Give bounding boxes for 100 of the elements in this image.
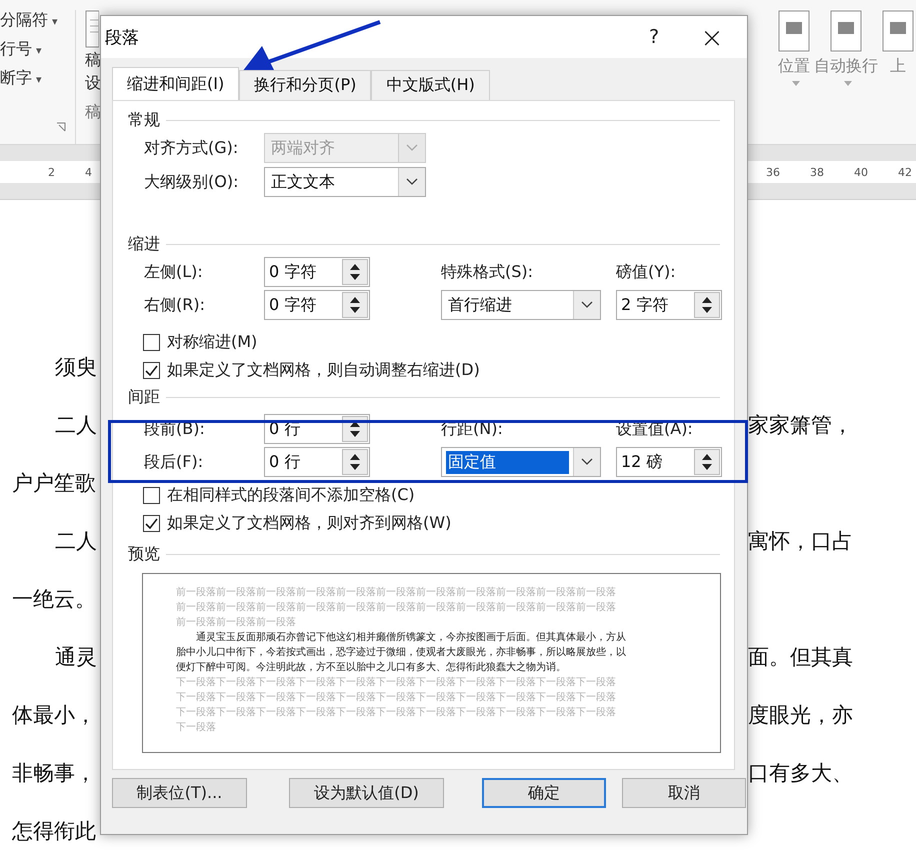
document-text: 度眼光，亦: [748, 702, 854, 729]
spin-field[interactable]: 0 字符: [264, 257, 370, 287]
document-text: 二人: [54, 528, 98, 555]
section-heading: 常规: [128, 110, 160, 130]
ribbon-menu-item[interactable]: 分隔符 ▾: [0, 10, 75, 31]
dialog-button[interactable]: 取消: [622, 778, 746, 808]
ruler-number: 42: [898, 166, 912, 178]
spin-buttons[interactable]: [342, 259, 368, 285]
document-text: 口有多大、: [748, 760, 854, 787]
chevron-down-icon: [406, 178, 418, 186]
section-heading: 预览: [128, 544, 160, 564]
chevron-down-icon: [581, 301, 593, 309]
document-text: 通灵: [54, 644, 98, 671]
down-triangle-icon: [350, 431, 360, 437]
checkbox[interactable]: [143, 362, 160, 378]
dialog-button[interactable]: 制表位(T)...: [112, 778, 247, 808]
tab[interactable]: 中文版式(H): [371, 70, 490, 100]
spin-buttons[interactable]: [694, 449, 720, 475]
spin-field[interactable]: 0 行: [264, 447, 370, 477]
field-label: 磅值(Y):: [616, 262, 677, 282]
field-label: 特殊格式(S):: [441, 262, 534, 282]
close-button[interactable]: ×: [677, 16, 747, 58]
dialog-button[interactable]: 设为默认值(D): [289, 778, 444, 808]
preview-text: 通灵宝玉反面那顽石亦曾记下他这幻相并癞僧所镌篆文，今亦按图画于后面。但其真体最小，方从: [195, 630, 627, 645]
chevron-down-icon: [406, 144, 418, 152]
chevron-down-icon: [581, 458, 593, 466]
ribbon-menu-item[interactable]: 行号 ▾: [0, 39, 75, 60]
page-picture-icon[interactable]: [882, 10, 914, 52]
checkbox[interactable]: [143, 486, 160, 504]
dropdown[interactable]: 首行缩进: [441, 290, 601, 320]
spin-buttons[interactable]: [694, 292, 720, 318]
preview-text: 下一段落下一段落下一段落下一段落下一段落下一段落下一段落下一段落下一段落下一段落下一段落: [176, 676, 617, 690]
checkbox-label: 如果定义了文档网格，则对齐到网格(W): [167, 512, 452, 534]
up-triangle-icon: [350, 421, 360, 427]
field-label: 右侧(R):: [144, 294, 206, 316]
section-heading: 缩进: [128, 234, 160, 254]
ruler-number: 40: [854, 166, 868, 178]
ribbon-button-label[interactable]: 设: [85, 73, 101, 94]
down-triangle-icon: [350, 464, 360, 470]
preview-text: 便灯下醉中可阅。今注明此故，方不至以胎中之儿口有多大、怎得衔此狼蠢大之物为诮。: [176, 660, 567, 675]
up-triangle-icon: [350, 297, 360, 303]
field-label: 段后(F):: [144, 452, 204, 472]
up-triangle-icon: [350, 264, 360, 270]
checkmark-icon: [145, 518, 158, 528]
spin-field[interactable]: 12 磅: [616, 447, 722, 477]
down-triangle-icon: [350, 274, 360, 280]
checkbox[interactable]: [143, 514, 160, 532]
page-picture-icon[interactable]: [830, 10, 862, 52]
document-text: 户户笙歌: [11, 470, 97, 497]
dialog-button[interactable]: 确定: [482, 778, 606, 808]
dialog-launcher-icon[interactable]: [56, 122, 66, 132]
ribbon-menu-item[interactable]: 断字 ▾: [0, 68, 75, 89]
field-label: 对齐方式(G):: [144, 138, 240, 158]
preview-text: 下一段落下一段落下一段落下一段落下一段落下一段落下一段落下一段落下一段落下一段落下一段落: [176, 706, 617, 720]
dropdown[interactable]: 固定值: [441, 447, 601, 477]
up-triangle-icon: [350, 454, 360, 460]
section-heading: 间距: [128, 386, 160, 408]
down-triangle-icon: [350, 307, 360, 313]
ruler-number: 2: [48, 166, 55, 178]
ribbon-button-label[interactable]: 稿: [85, 50, 101, 71]
ruler-number: 4: [85, 166, 92, 178]
up-triangle-icon: [702, 297, 712, 303]
ruler-number: 38: [810, 166, 824, 178]
dropdown[interactable]: 正文文本: [264, 167, 426, 197]
spin-field[interactable]: 0 字符: [264, 290, 370, 320]
group-label: 稿: [85, 102, 101, 123]
document-text: 二人: [54, 412, 98, 439]
dialog-title: 段落: [105, 26, 140, 48]
help-button[interactable]: ?: [631, 16, 677, 58]
checkbox[interactable]: [143, 334, 160, 350]
checkbox-label: 对称缩进(M): [167, 332, 258, 352]
field-label: 大纲级别(O):: [144, 172, 240, 192]
tab[interactable]: 换行和分页(P): [239, 70, 372, 100]
down-triangle-icon: [702, 307, 712, 313]
preview-text: 下一段落: [176, 720, 217, 735]
preview-text: 下一段落下一段落下一段落下一段落下一段落下一段落下一段落下一段落下一段落下一段落下一段落: [176, 690, 617, 705]
preview-text: 前一段落前一段落前一段落前一段落前一段落前一段落前一段落前一段落前一段落前一段落前一段落: [176, 586, 617, 600]
document-text: 怎得衔此: [11, 818, 97, 845]
document-text: 寓怀，口占: [748, 528, 854, 555]
preview-text: 前一段落前一段落前一段落: [176, 616, 297, 630]
checkbox-label: 在相同样式的段落间不添加空格(C): [167, 484, 415, 506]
document-text: 体最小，: [11, 702, 97, 729]
spin-buttons[interactable]: [342, 292, 368, 318]
document-text: 面。但其真: [748, 644, 854, 671]
document-text: 一绝云。: [11, 586, 97, 613]
preview-text: 前一段落前一段落前一段落前一段落前一段落前一段落前一段落前一段落前一段落前一段落前一段落: [176, 600, 617, 615]
preview-text: 胎中小儿口中衔下，今若按式画出，恐字迹过于微细，使观者大废眼光，亦非畅事，所以略展放些，以: [176, 646, 627, 660]
checkbox-label: 如果定义了文档网格，则自动调整右缩进(D): [167, 360, 480, 380]
spin-field[interactable]: 2 字符: [616, 290, 722, 320]
field-label: 左侧(L):: [144, 262, 204, 282]
tab[interactable]: 缩进和间距(I): [112, 67, 240, 100]
ruler-number: 36: [766, 166, 780, 178]
document-text: 非畅事，: [11, 760, 97, 787]
document-text: 家家箫管，: [748, 412, 854, 439]
document-text: 须臾: [54, 354, 98, 381]
down-triangle-icon: [702, 464, 712, 470]
page-picture-icon[interactable]: [778, 10, 810, 52]
spin-buttons[interactable]: [342, 449, 368, 475]
up-triangle-icon: [702, 454, 712, 460]
checkmark-icon: [145, 364, 158, 376]
